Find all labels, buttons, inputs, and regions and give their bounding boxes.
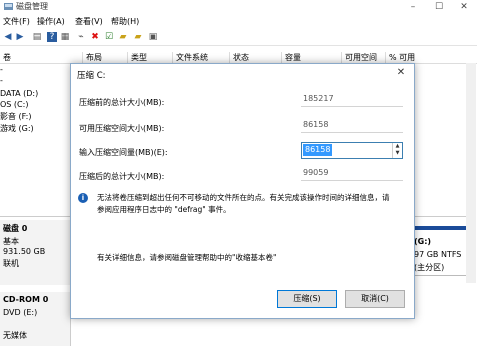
cancel-button[interactable]: 取消(C)	[345, 290, 405, 308]
close-window-button[interactable]: ✕	[452, 0, 476, 14]
back-icon[interactable]: ◀	[3, 32, 13, 42]
available-shrink-label: 可用压缩空间大小(MB):	[79, 124, 165, 133]
check-icon[interactable]: ☑	[104, 32, 114, 42]
spin-down-icon[interactable]: ▼	[393, 150, 402, 157]
partition-g-status: (主分区)	[414, 263, 445, 272]
col-volume[interactable]: 卷	[0, 52, 11, 63]
info-icon: i	[78, 193, 88, 203]
menu-help[interactable]: 帮助(H)	[111, 16, 139, 27]
disk-0-size: 931.50 GB	[3, 247, 46, 256]
col-percent-free[interactable]: % 可用	[385, 52, 415, 63]
spin-arrows[interactable]: ▲ ▼	[392, 143, 402, 158]
cdrom-panel[interactable]: CD-ROM 0 DVD (E:) 无媒体	[0, 292, 71, 346]
shrink-amount-stepper[interactable]: 86158 ▲ ▼	[301, 142, 403, 159]
volume-row[interactable]: -	[0, 65, 3, 74]
maximize-button[interactable]: ☐	[427, 0, 451, 14]
help-reference-text: 有关详细信息，请参阅磁盘管理帮助中的"收缩基本卷"	[97, 253, 277, 262]
cdrom-name: CD-ROM 0	[3, 295, 49, 304]
partition-g-name: (G:)	[414, 237, 432, 246]
toolbar: ◀ ▶ ▤ ? ▦ ⌁ ✖ ☑ ▰ ▰ ▣	[0, 30, 477, 46]
col-type[interactable]: 类型	[127, 52, 147, 63]
folder-icon[interactable]: ▰	[118, 32, 128, 42]
volume-row[interactable]: 影音 (F:)	[0, 111, 31, 122]
dialog-title: 压缩 C:	[77, 71, 106, 81]
shrink-amount-input[interactable]: 86158	[303, 144, 333, 156]
shrink-button[interactable]: 压缩(S)	[277, 290, 337, 308]
col-filesystem[interactable]: 文件系统	[172, 52, 208, 63]
properties-icon[interactable]: ▣	[148, 32, 158, 42]
info-message-line-1: 无法将卷压缩到超出任何不可移动的文件所在的点。有关完成该操作时间的详细信息，请	[97, 193, 390, 202]
menu-bar: 文件(F) 操作(A) 查看(V) 帮助(H)	[0, 15, 477, 29]
volume-row[interactable]: 游戏 (G:)	[0, 123, 34, 134]
volume-row[interactable]: DATA (D:)	[0, 89, 38, 98]
partition-g-size: 97 GB NTFS	[414, 250, 462, 259]
help-icon[interactable]: ?	[47, 32, 57, 42]
partition-g[interactable]: (G:) 97 GB NTFS (主分区)	[410, 226, 468, 276]
col-layout[interactable]: 布局	[82, 52, 102, 63]
disk-0-type: 基本	[3, 237, 19, 246]
window-title: 磁盘管理	[16, 2, 48, 11]
col-free-space[interactable]: 可用空间	[341, 52, 377, 63]
menu-view[interactable]: 查看(V)	[75, 16, 103, 27]
cdrom-drive: DVD (E:)	[3, 308, 38, 317]
disk-management-icon	[4, 2, 13, 11]
disk-0-panel[interactable]: 磁盘 0 基本 931.50 GB 联机	[0, 220, 71, 285]
shrink-dialog: 压缩 C: ✕ 压缩前的总计大小(MB): 185217 可用压缩空间大小(MB…	[70, 63, 415, 319]
available-shrink-value: 86158	[301, 117, 403, 133]
col-status[interactable]: 状态	[229, 52, 249, 63]
disk-0-name: 磁盘 0	[3, 224, 28, 233]
connect-icon[interactable]: ⌁	[76, 32, 86, 42]
delete-icon[interactable]: ✖	[90, 32, 100, 42]
forward-icon[interactable]: ▶	[15, 32, 25, 42]
grid-icon[interactable]: ▦	[60, 32, 70, 42]
minimize-button[interactable]: –	[401, 0, 425, 14]
menu-file[interactable]: 文件(F)	[3, 16, 30, 27]
info-message: 无法将卷压缩到超出任何不可移动的文件所在的点。有关完成该操作时间的详细信息，请 …	[97, 192, 407, 216]
disk-0-status: 联机	[3, 259, 19, 268]
total-size-before-label: 压缩前的总计大小(MB):	[79, 98, 165, 107]
total-size-before-value: 185217	[301, 91, 403, 107]
volume-row[interactable]: OS (C:)	[0, 100, 28, 109]
info-message-line-2: 参阅应用程序日志中的 "defrag" 事件。	[97, 205, 231, 214]
total-size-after-value: 99059	[301, 165, 403, 181]
cdrom-media: 无媒体	[3, 331, 27, 340]
open-folder-icon[interactable]: ▰	[133, 32, 143, 42]
dialog-close-button[interactable]: ✕	[394, 66, 408, 80]
scrollbar[interactable]	[466, 63, 476, 283]
spin-up-icon[interactable]: ▲	[393, 143, 402, 150]
menu-action[interactable]: 操作(A)	[37, 16, 65, 27]
volume-row[interactable]: -	[0, 76, 3, 85]
total-size-after-label: 压缩后的总计大小(MB):	[79, 172, 165, 181]
col-capacity[interactable]: 容量	[281, 52, 301, 63]
title-bar: 磁盘管理 – ☐ ✕	[0, 0, 477, 14]
shrink-amount-label: 输入压缩空间量(MB)(E):	[79, 148, 168, 157]
panel-icon[interactable]: ▤	[32, 32, 42, 42]
